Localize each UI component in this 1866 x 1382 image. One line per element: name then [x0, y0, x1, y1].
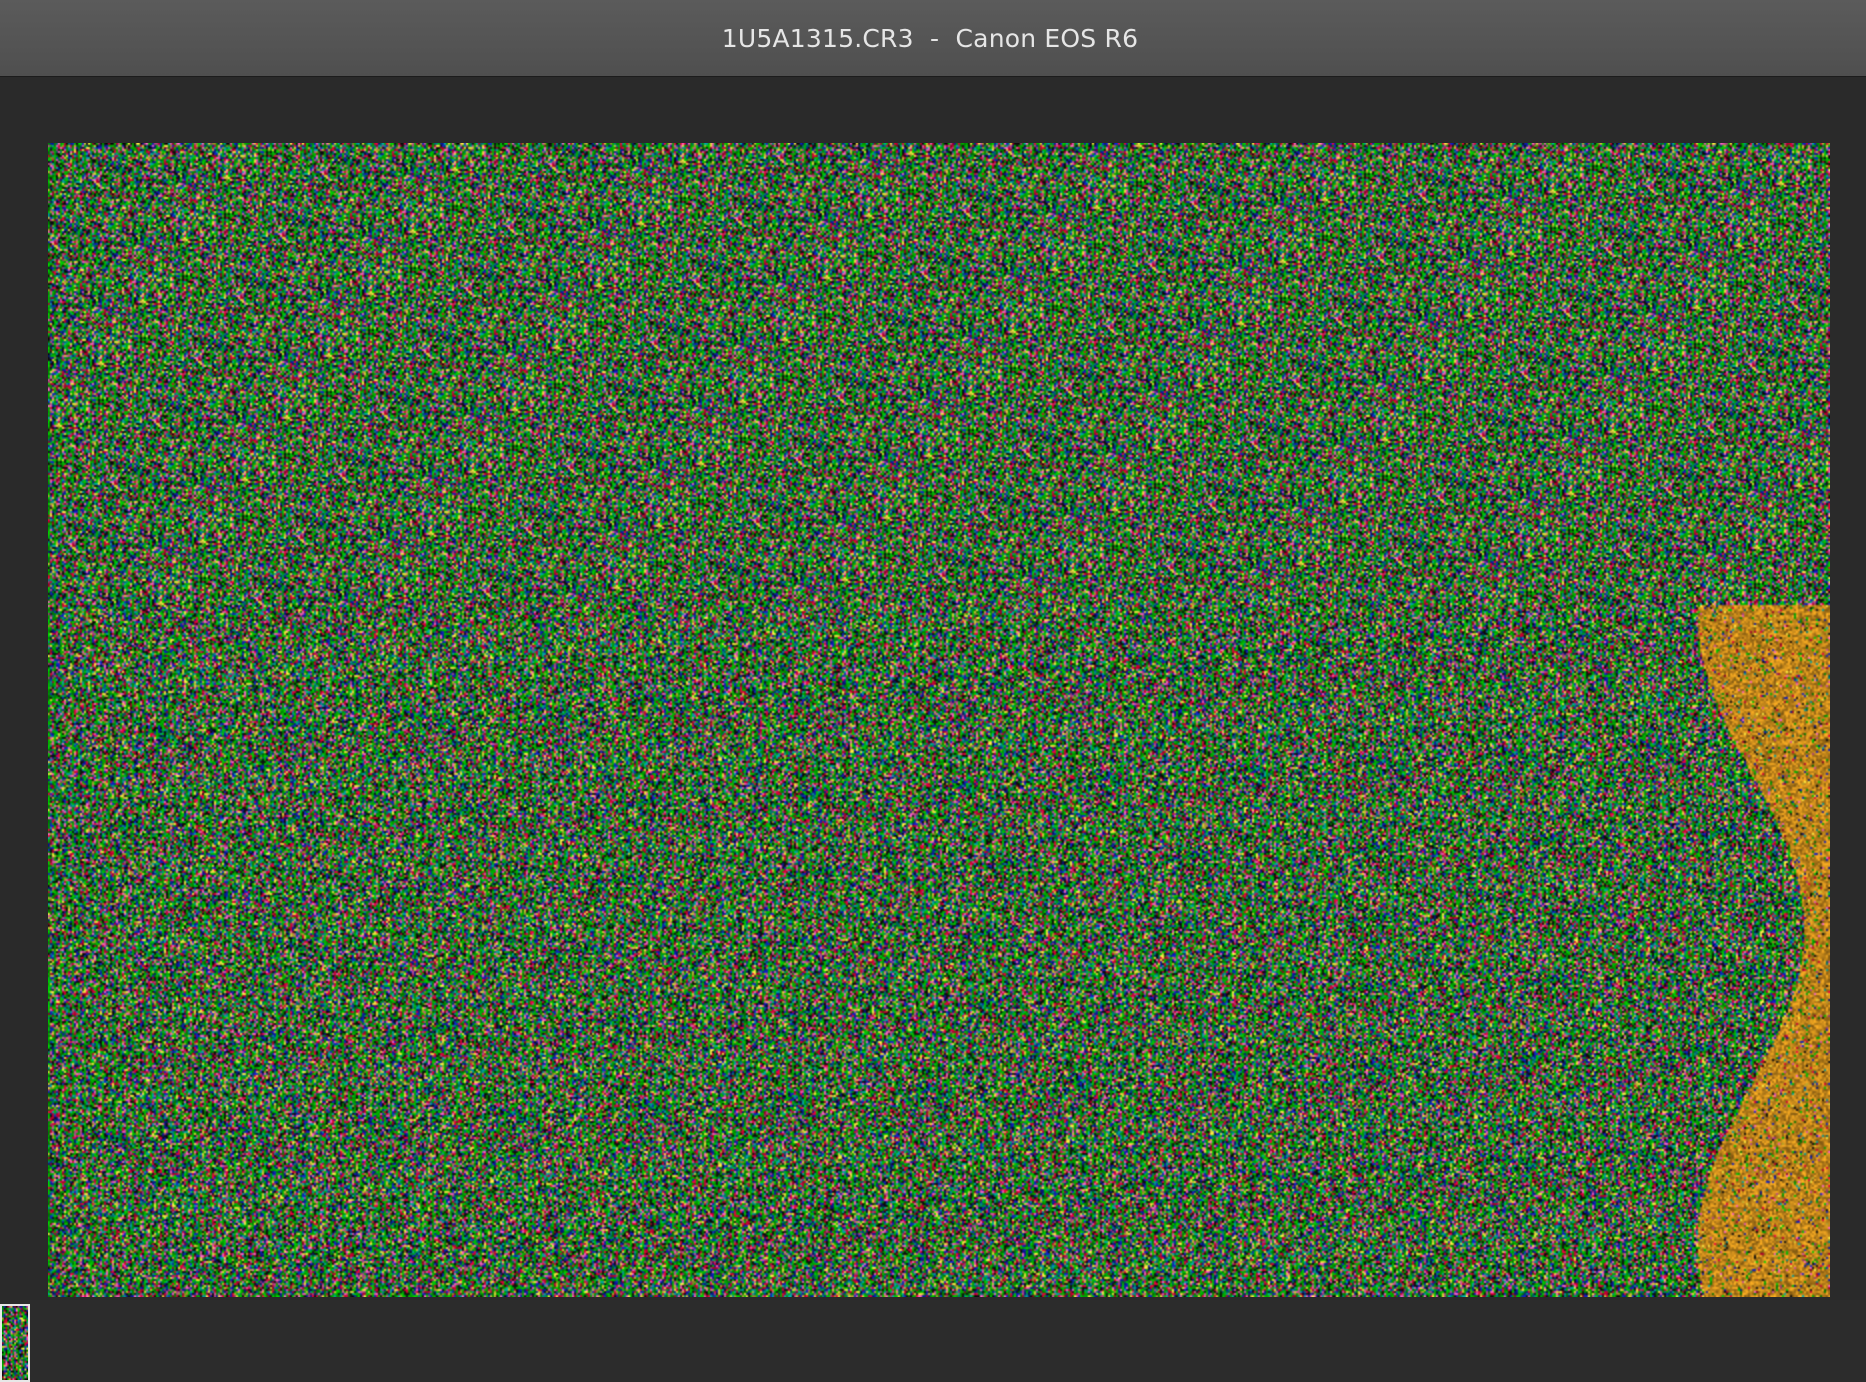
photo-canvas: [48, 143, 1830, 1297]
title-bar[interactable]: 1U5A1315.CR3 - Canon EOS R6: [0, 0, 1866, 77]
viewer-window: 1U5A1315.CR3 - Canon EOS R6: [0, 0, 1866, 1382]
thumbnail-image: [2, 1306, 28, 1380]
window-title: 1U5A1315.CR3 - Canon EOS R6: [721, 23, 1139, 53]
filmstrip-thumbnail[interactable]: [0, 1304, 30, 1382]
image-preview[interactable]: [48, 143, 1830, 1297]
filmstrip: [0, 1300, 1866, 1382]
